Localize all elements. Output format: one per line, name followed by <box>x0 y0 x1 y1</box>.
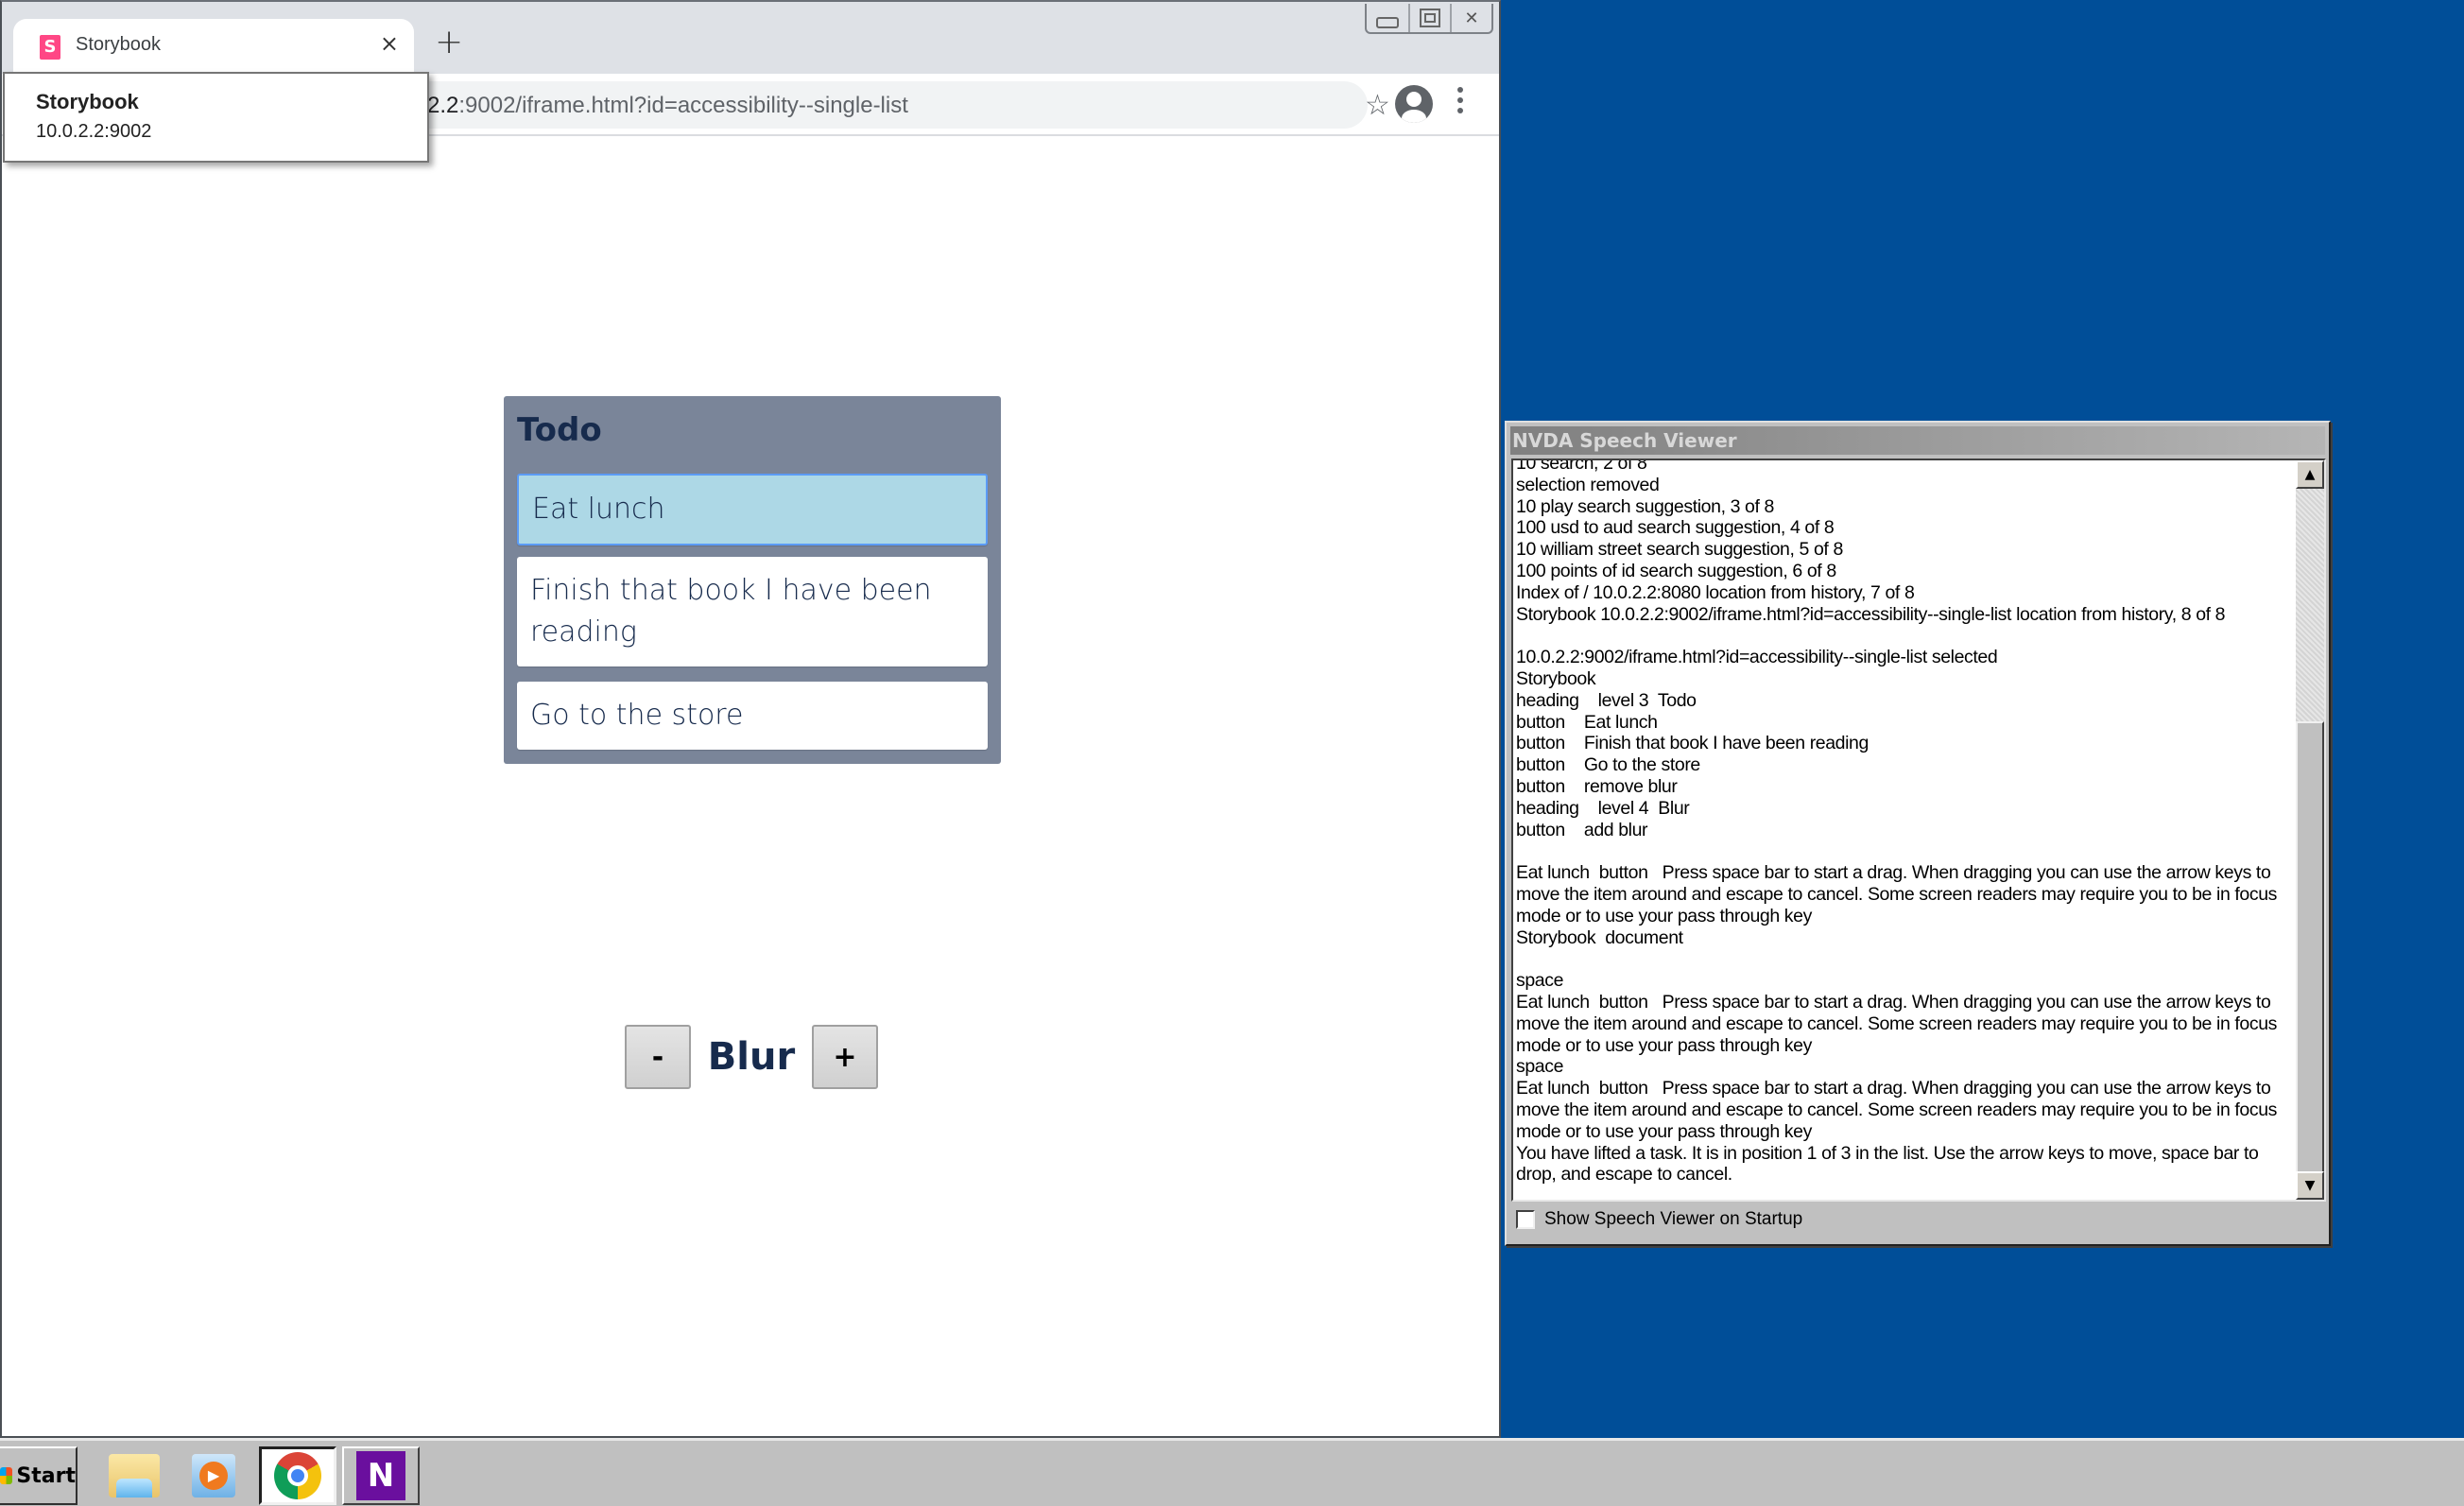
todo-item[interactable]: Go to the store <box>517 682 988 750</box>
media-player-icon: ▶ <box>192 1454 235 1497</box>
speech-line: heading level 4 Blur <box>1516 797 1690 819</box>
taskbar-item-media-player[interactable]: ▶ <box>185 1448 242 1503</box>
speech-line: mode or to use your pass through key <box>1516 1034 1812 1056</box>
blur-controls: - Blur + <box>625 1025 878 1089</box>
nvda-icon: N <box>356 1451 405 1500</box>
blur-heading: Blur <box>707 1035 796 1079</box>
more-menu-icon[interactable] <box>1457 87 1465 118</box>
add-blur-button[interactable]: + <box>812 1025 878 1089</box>
speech-line: Eat lunch button Press space bar to star… <box>1516 991 2271 1013</box>
show-on-startup-label[interactable]: Show Speech Viewer on Startup <box>1544 1209 1802 1230</box>
vertical-scrollbar[interactable]: ▲ ▼ <box>2296 460 2324 1200</box>
tooltip-title: Storybook <box>36 90 139 113</box>
window-controls: ✕ <box>1365 4 1493 34</box>
speech-viewer-title[interactable]: NVDA Speech Viewer <box>1510 426 2325 455</box>
speech-line: button add blur <box>1516 819 1648 840</box>
chrome-icon <box>274 1452 321 1499</box>
taskbar-item-explorer[interactable] <box>106 1448 163 1503</box>
speech-line: mode or to use your pass through key <box>1516 1120 1812 1142</box>
speech-line: Storybook document <box>1516 926 1683 948</box>
startup-option: Show Speech Viewer on Startup <box>1516 1209 1802 1230</box>
speech-line: 10.0.2.2:9002/iframe.html?id=accessibili… <box>1516 647 1998 668</box>
minimize-button[interactable] <box>1367 4 1408 32</box>
speech-line: button Go to the store <box>1516 754 1700 776</box>
tab-title: Storybook <box>76 34 162 55</box>
speech-line: 10 play search suggestion, 3 of 8 <box>1516 495 1774 517</box>
tab-storybook[interactable]: S Storybook × <box>13 19 414 74</box>
remove-blur-button[interactable]: - <box>625 1025 691 1089</box>
todo-item[interactable]: Eat lunch <box>517 474 988 545</box>
taskbar: Start ▶ N <box>0 1438 2464 1506</box>
speech-line: space <box>1516 970 1564 992</box>
speech-line: drop, and escape to cancel. <box>1516 1164 1732 1186</box>
folder-icon <box>109 1454 160 1497</box>
speech-line: Eat lunch button Press space bar to star… <box>1516 862 2271 884</box>
speech-line: Index of / 10.0.2.2:8080 location from h… <box>1516 581 1915 603</box>
speech-line: button Finish that book I have been read… <box>1516 733 1869 754</box>
speech-line <box>1516 948 2291 970</box>
speech-line: move the item around and escape to cance… <box>1516 1099 2278 1120</box>
speech-line: 100 usd to aud search suggestion, 4 of 8 <box>1516 517 1835 539</box>
speech-line <box>1516 625 2291 647</box>
maximize-button[interactable] <box>1408 4 1450 32</box>
speech-line: 100 points of id search suggestion, 6 of… <box>1516 560 1836 581</box>
speech-line: space <box>1516 1056 1564 1078</box>
speech-line: 10 search, 2 of 8 <box>1516 459 1647 474</box>
speech-line: selection removed <box>1516 474 1660 495</box>
speech-line: button Eat lunch <box>1516 711 1658 733</box>
todo-item[interactable]: Finish that book I have been reading <box>517 557 988 666</box>
show-on-startup-checkbox[interactable] <box>1516 1210 1535 1229</box>
speech-line: Eat lunch button Press space bar to star… <box>1516 1078 2271 1099</box>
speech-line: Storybook 10.0.2.2:9002/iframe.html?id=a… <box>1516 603 2226 625</box>
bookmark-star-icon[interactable]: ☆ <box>1365 89 1390 122</box>
todo-list: Todo Eat lunch Finish that book I have b… <box>504 396 1001 764</box>
todo-heading: Todo <box>517 411 602 449</box>
speech-line: move the item around and escape to cance… <box>1516 1013 2278 1034</box>
profile-avatar-icon[interactable] <box>1395 85 1433 123</box>
url-text[interactable]: 2.2:9002/iframe.html?id=accessibility--s… <box>427 93 908 119</box>
start-label: Start <box>16 1463 76 1488</box>
speech-line: move the item around and escape to cance… <box>1516 883 2278 905</box>
url-host: 2.2 <box>427 93 459 118</box>
new-tab-button[interactable]: + <box>435 23 463 61</box>
taskbar-item-chrome[interactable] <box>259 1446 336 1505</box>
speech-line: You have lifted a task. It is in positio… <box>1516 1142 2259 1164</box>
speech-line <box>1516 840 2291 862</box>
speech-line: Storybook <box>1516 667 1596 689</box>
close-window-button[interactable]: ✕ <box>1450 4 1491 32</box>
speech-line: button remove blur <box>1516 775 1678 797</box>
url-path: :9002/iframe.html?id=accessibility--sing… <box>458 93 908 118</box>
speech-log-lines: 10 search, 2 of 8 selection removed 10 pla… <box>1516 459 2291 1186</box>
browser-window: S Storybook × + ✕ 2.2:9002/iframe.html?i… <box>0 0 1501 1438</box>
tooltip-url: 10.0.2.2:9002 <box>36 121 152 142</box>
speech-line: 10 william street search suggestion, 5 o… <box>1516 539 1843 561</box>
speech-log[interactable]: 10 search, 2 of 8 selection removed 10 pla… <box>1511 459 2326 1202</box>
tab-strip: S Storybook × + ✕ <box>2 2 1499 74</box>
scrollbar-thumb[interactable] <box>2296 721 2324 1173</box>
scroll-down-icon[interactable]: ▼ <box>2296 1171 2324 1200</box>
speech-line: heading level 3 Todo <box>1516 689 1697 711</box>
page-content: Todo Eat lunch Finish that book I have b… <box>2 136 1499 1436</box>
close-tab-icon[interactable]: × <box>380 30 399 57</box>
speech-viewer-window: NVDA Speech Viewer 10 search, 2 of 8 sele… <box>1505 421 2331 1246</box>
start-button[interactable]: Start <box>0 1446 78 1505</box>
storybook-icon: S <box>40 35 60 60</box>
tab-tooltip: Storybook 10.0.2.2:9002 <box>3 72 429 163</box>
windows-logo-icon <box>0 1467 13 1484</box>
speech-line: mode or to use your pass through key <box>1516 905 1812 926</box>
taskbar-item-nvda[interactable]: N <box>342 1446 420 1505</box>
scroll-up-icon[interactable]: ▲ <box>2296 460 2324 489</box>
